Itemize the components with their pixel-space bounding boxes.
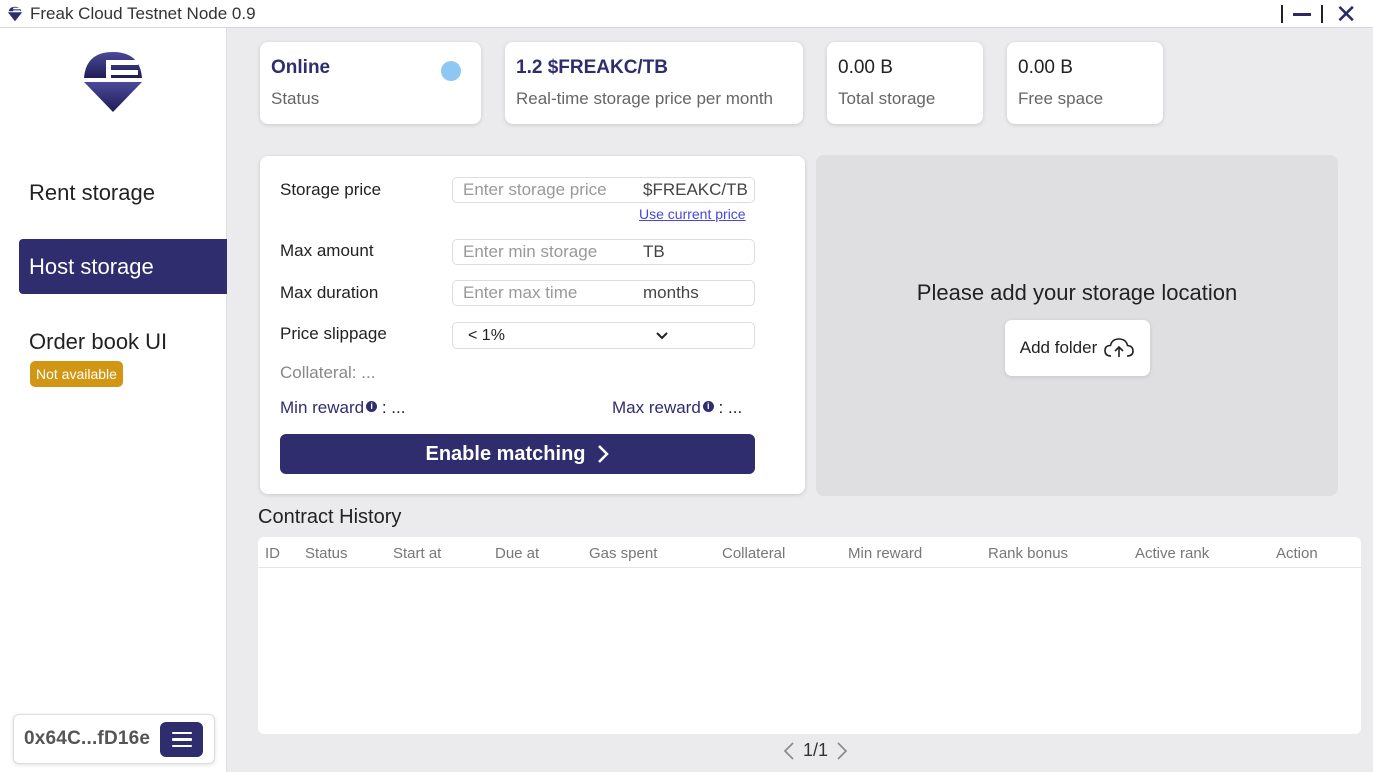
min-reward-value: : ... — [381, 398, 406, 417]
column-header[interactable]: Gas spent — [589, 545, 657, 562]
title-bar: Freak Cloud Testnet Node 0.9 ✕ — [0, 0, 1373, 28]
price-value: 1.2 $FREAKC/TB — [516, 57, 669, 78]
column-header[interactable]: ID — [265, 545, 280, 562]
host-settings-form: Storage price Enter storage price $FREAK… — [260, 156, 805, 494]
status-card: Online Status — [260, 42, 481, 124]
max-amount-input[interactable]: Enter min storage TB — [452, 239, 755, 265]
use-current-price-link[interactable]: Use current price — [639, 206, 746, 222]
pagination: 1/1 — [783, 740, 848, 761]
add-folder-button[interactable]: Add folder — [1005, 320, 1150, 376]
column-header[interactable]: Action — [1276, 545, 1318, 562]
max-duration-input[interactable]: Enter max time months — [452, 280, 755, 306]
total-storage-card: 0.00 B Total storage — [827, 42, 983, 124]
control-separator — [1321, 5, 1324, 23]
free-space-value: 0.00 B — [1018, 57, 1073, 78]
max-amount-placeholder: Enter min storage — [463, 242, 598, 261]
column-header[interactable]: Active rank — [1135, 545, 1209, 562]
info-icon[interactable]: i — [366, 401, 378, 412]
column-header[interactable]: Min reward — [848, 545, 922, 562]
price-slippage-value: < 1% — [468, 326, 505, 344]
column-header[interactable]: Due at — [495, 545, 539, 562]
add-folder-label: Add folder — [1019, 338, 1098, 357]
enable-matching-button[interactable]: Enable matching — [280, 434, 755, 474]
max-reward-value: : ... — [718, 398, 743, 417]
status-indicator-icon — [441, 61, 461, 81]
min-reward-label: Min reward — [280, 398, 365, 417]
min-reward: Min reward i : ... — [280, 398, 405, 418]
previous-page-icon[interactable] — [783, 741, 795, 761]
total-storage-label: Total storage — [838, 89, 936, 108]
freak-cloud-logo — [84, 52, 142, 112]
max-amount-label: Max amount — [280, 241, 374, 260]
storage-location-message: Please add your storage location — [916, 280, 1238, 305]
sidebar-item-label: Order book UI — [29, 328, 168, 354]
price-slippage-select[interactable]: < 1% — [452, 322, 755, 349]
storage-location-panel: Please add your storage location Add fol… — [816, 155, 1338, 496]
contract-history-title: Contract History — [258, 506, 402, 528]
storage-price-placeholder: Enter storage price — [463, 180, 607, 199]
menu-button[interactable] — [160, 722, 203, 757]
column-header[interactable]: Status — [305, 545, 348, 562]
close-button[interactable]: ✕ — [1335, 1, 1357, 27]
max-amount-unit: TB — [643, 242, 665, 261]
max-duration-placeholder: Enter max time — [463, 283, 578, 302]
column-header[interactable]: Start at — [393, 545, 441, 562]
not-available-badge: Not available — [30, 361, 123, 387]
free-space-card: 0.00 B Free space — [1007, 42, 1163, 124]
hamburger-icon — [171, 731, 192, 735]
storage-price-input[interactable]: Enter storage price $FREAKC/TB — [452, 177, 755, 203]
free-space-label: Free space — [1018, 89, 1104, 108]
storage-price-unit: $FREAKC/TB — [643, 180, 748, 199]
sidebar-item-host-storage[interactable]: Host storage — [19, 239, 227, 294]
status-value: Online — [271, 57, 331, 78]
sidebar-item-label: Host storage — [29, 253, 154, 279]
control-separator — [1281, 5, 1284, 23]
page-indicator: 1/1 — [803, 740, 829, 760]
max-duration-unit: months — [643, 283, 699, 302]
sidebar-item-label: Rent storage — [29, 179, 155, 205]
wallet-widget: 0x64C...fD16e — [13, 714, 215, 764]
contract-history-table: ID Status Start at Due at Gas spent Coll… — [258, 537, 1361, 734]
total-storage-value: 0.00 B — [838, 57, 893, 78]
info-icon[interactable]: i — [702, 401, 714, 412]
price-label: Real-time storage price per month — [516, 89, 774, 108]
column-header[interactable]: Rank bonus — [988, 545, 1068, 562]
wallet-address[interactable]: 0x64C...fD16e — [24, 728, 150, 750]
table-header: ID Status Start at Due at Gas spent Coll… — [258, 537, 1361, 568]
enable-matching-label: Enable matching — [425, 442, 586, 465]
minimize-button[interactable] — [1293, 12, 1312, 16]
chevron-right-icon — [597, 445, 609, 463]
price-slippage-label: Price slippage — [280, 324, 387, 343]
chevron-down-icon — [656, 332, 668, 340]
max-reward-label: Max reward — [612, 398, 701, 417]
max-duration-label: Max duration — [280, 283, 379, 302]
window-title: Freak Cloud Testnet Node 0.9 — [30, 3, 256, 23]
storage-price-label: Storage price — [280, 180, 382, 199]
app-logo-icon — [7, 6, 23, 21]
column-header[interactable]: Collateral — [722, 545, 785, 562]
price-card: 1.2 $FREAKC/TB Real-time storage price p… — [505, 42, 803, 124]
max-reward: Max reward i : ... — [612, 398, 742, 418]
sidebar: Rent storage Host storage Order book UI … — [0, 28, 227, 772]
window-controls: ✕ — [1281, 1, 1357, 27]
cloud-upload-icon — [1104, 338, 1135, 357]
collateral-text: Collateral: ... — [280, 363, 376, 382]
next-page-icon[interactable] — [836, 741, 848, 761]
status-label: Status — [271, 89, 320, 108]
sidebar-item-rent-storage[interactable]: Rent storage — [19, 165, 227, 220]
